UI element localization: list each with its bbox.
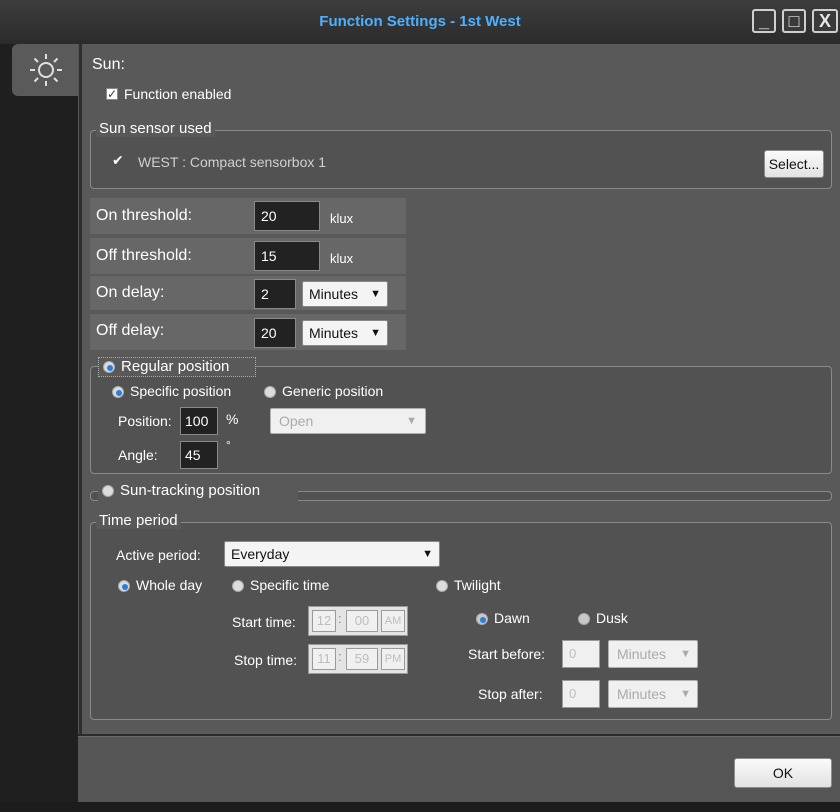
time-period-title: Time period [96, 512, 181, 529]
off-threshold-unit: klux [330, 251, 354, 266]
start-minute-input[interactable]: 00 [346, 610, 378, 632]
dusk-radio[interactable] [578, 613, 590, 625]
active-period-label: Active period: [116, 547, 201, 563]
off-threshold-label: Off threshold: [96, 247, 192, 264]
stop-time-label: Stop time: [234, 652, 298, 668]
specific-time-radio[interactable] [232, 580, 244, 592]
chevron-down-icon: ▼ [370, 288, 381, 300]
stop-after-label: Stop after: [478, 686, 543, 702]
whole-day-radio[interactable] [118, 580, 130, 592]
off-delay-input[interactable]: 20 [254, 318, 296, 348]
start-before-unit-select[interactable]: Minutes ▼ [608, 640, 698, 668]
active-period-value: Everyday [231, 546, 290, 562]
minimize-button[interactable]: _ [752, 9, 776, 33]
stop-minute-input[interactable]: 59 [346, 648, 378, 670]
dawn-label: Dawn [494, 610, 530, 626]
on-threshold-input[interactable]: 20 [254, 201, 320, 231]
stop-time-picker[interactable]: 11 : 59 PM [308, 644, 408, 674]
specific-position-label: Specific position [130, 383, 232, 399]
off-delay-unit-value: Minutes [309, 325, 359, 341]
dawn-radio[interactable] [476, 613, 488, 625]
position-input[interactable]: 100 [180, 407, 218, 435]
regular-position-title: Regular position [121, 358, 230, 375]
specific-time-label: Specific time [250, 577, 330, 593]
sidebar-tab-sun[interactable] [12, 44, 82, 96]
generic-position-label: Generic position [282, 383, 384, 399]
twilight-label: Twilight [454, 577, 501, 593]
function-enabled-checkbox[interactable]: ✓ [106, 88, 118, 100]
sidebar [0, 44, 78, 802]
start-hour-input[interactable]: 12 [312, 610, 336, 632]
time-separator: : [338, 649, 342, 664]
sun-tracking-radio[interactable] [102, 485, 114, 497]
sun-sensor-group-title: Sun sensor used [96, 120, 215, 137]
off-delay-label: Off delay: [96, 322, 165, 339]
dusk-label: Dusk [596, 610, 628, 626]
chevron-down-icon: ▼ [680, 648, 691, 660]
footer [78, 736, 840, 812]
on-threshold-label: On threshold: [96, 207, 193, 224]
on-delay-label: On delay: [96, 284, 165, 301]
generic-position-select[interactable]: Open ▼ [270, 408, 426, 434]
stop-after-unit-select[interactable]: Minutes ▼ [608, 680, 698, 708]
stop-after-input[interactable]: 0 [562, 680, 600, 708]
chevron-down-icon: ▼ [680, 688, 691, 700]
angle-unit: ° [226, 438, 231, 452]
off-threshold-input[interactable]: 15 [254, 241, 320, 271]
on-delay-unit-select[interactable]: Minutes ▼ [302, 281, 388, 307]
specific-position-radio[interactable] [112, 386, 124, 398]
stop-ampm[interactable]: PM [381, 648, 405, 670]
chevron-down-icon: ▼ [370, 327, 381, 339]
generic-position-radio[interactable] [264, 386, 276, 398]
function-enabled-label: Function enabled [124, 86, 232, 102]
start-before-unit-value: Minutes [617, 646, 667, 662]
sensor-name: WEST : Compact sensorbox 1 [138, 154, 327, 170]
position-label: Position: [118, 413, 172, 429]
start-before-label: Start before: [468, 646, 546, 662]
window-bottom-edge [0, 802, 840, 812]
select-sensor-button[interactable]: Select... [764, 150, 824, 178]
stop-hour-input[interactable]: 11 [312, 648, 336, 670]
sun-tracking-title: Sun-tracking position [120, 482, 261, 499]
off-delay-unit-select[interactable]: Minutes ▼ [302, 320, 388, 346]
start-time-picker[interactable]: 12 : 00 AM [308, 606, 408, 636]
angle-label: Angle: [118, 447, 158, 463]
maximize-button[interactable]: □ [782, 9, 806, 33]
sensor-check-icon[interactable]: ✔ [112, 152, 124, 169]
ok-button[interactable]: OK [734, 758, 832, 788]
sun-tracking-header[interactable]: Sun-tracking position [98, 482, 298, 502]
position-unit: % [226, 411, 239, 427]
twilight-radio[interactable] [436, 580, 448, 592]
time-period-group [90, 522, 832, 720]
on-delay-input[interactable]: 2 [254, 279, 296, 309]
sun-icon [30, 54, 62, 86]
generic-position-value: Open [279, 413, 314, 429]
chevron-down-icon: ▼ [422, 548, 433, 560]
stop-after-unit-value: Minutes [617, 686, 667, 702]
angle-input[interactable]: 45 [180, 441, 218, 469]
regular-position-radio[interactable] [103, 361, 115, 373]
close-button[interactable]: X [812, 9, 838, 33]
window-title: Function Settings - 1st West [319, 13, 521, 30]
on-delay-unit-value: Minutes [309, 286, 359, 302]
active-period-select[interactable]: Everyday ▼ [224, 541, 440, 567]
regular-position-header[interactable]: Regular position [98, 357, 256, 377]
section-heading: Sun: [92, 56, 125, 73]
time-separator: : [338, 611, 342, 626]
start-before-input[interactable]: 0 [562, 640, 600, 668]
on-threshold-unit: klux [330, 211, 354, 226]
start-ampm[interactable]: AM [381, 610, 405, 632]
chevron-down-icon: ▼ [406, 415, 417, 427]
whole-day-label: Whole day [136, 577, 203, 593]
start-time-label: Start time: [232, 614, 296, 630]
